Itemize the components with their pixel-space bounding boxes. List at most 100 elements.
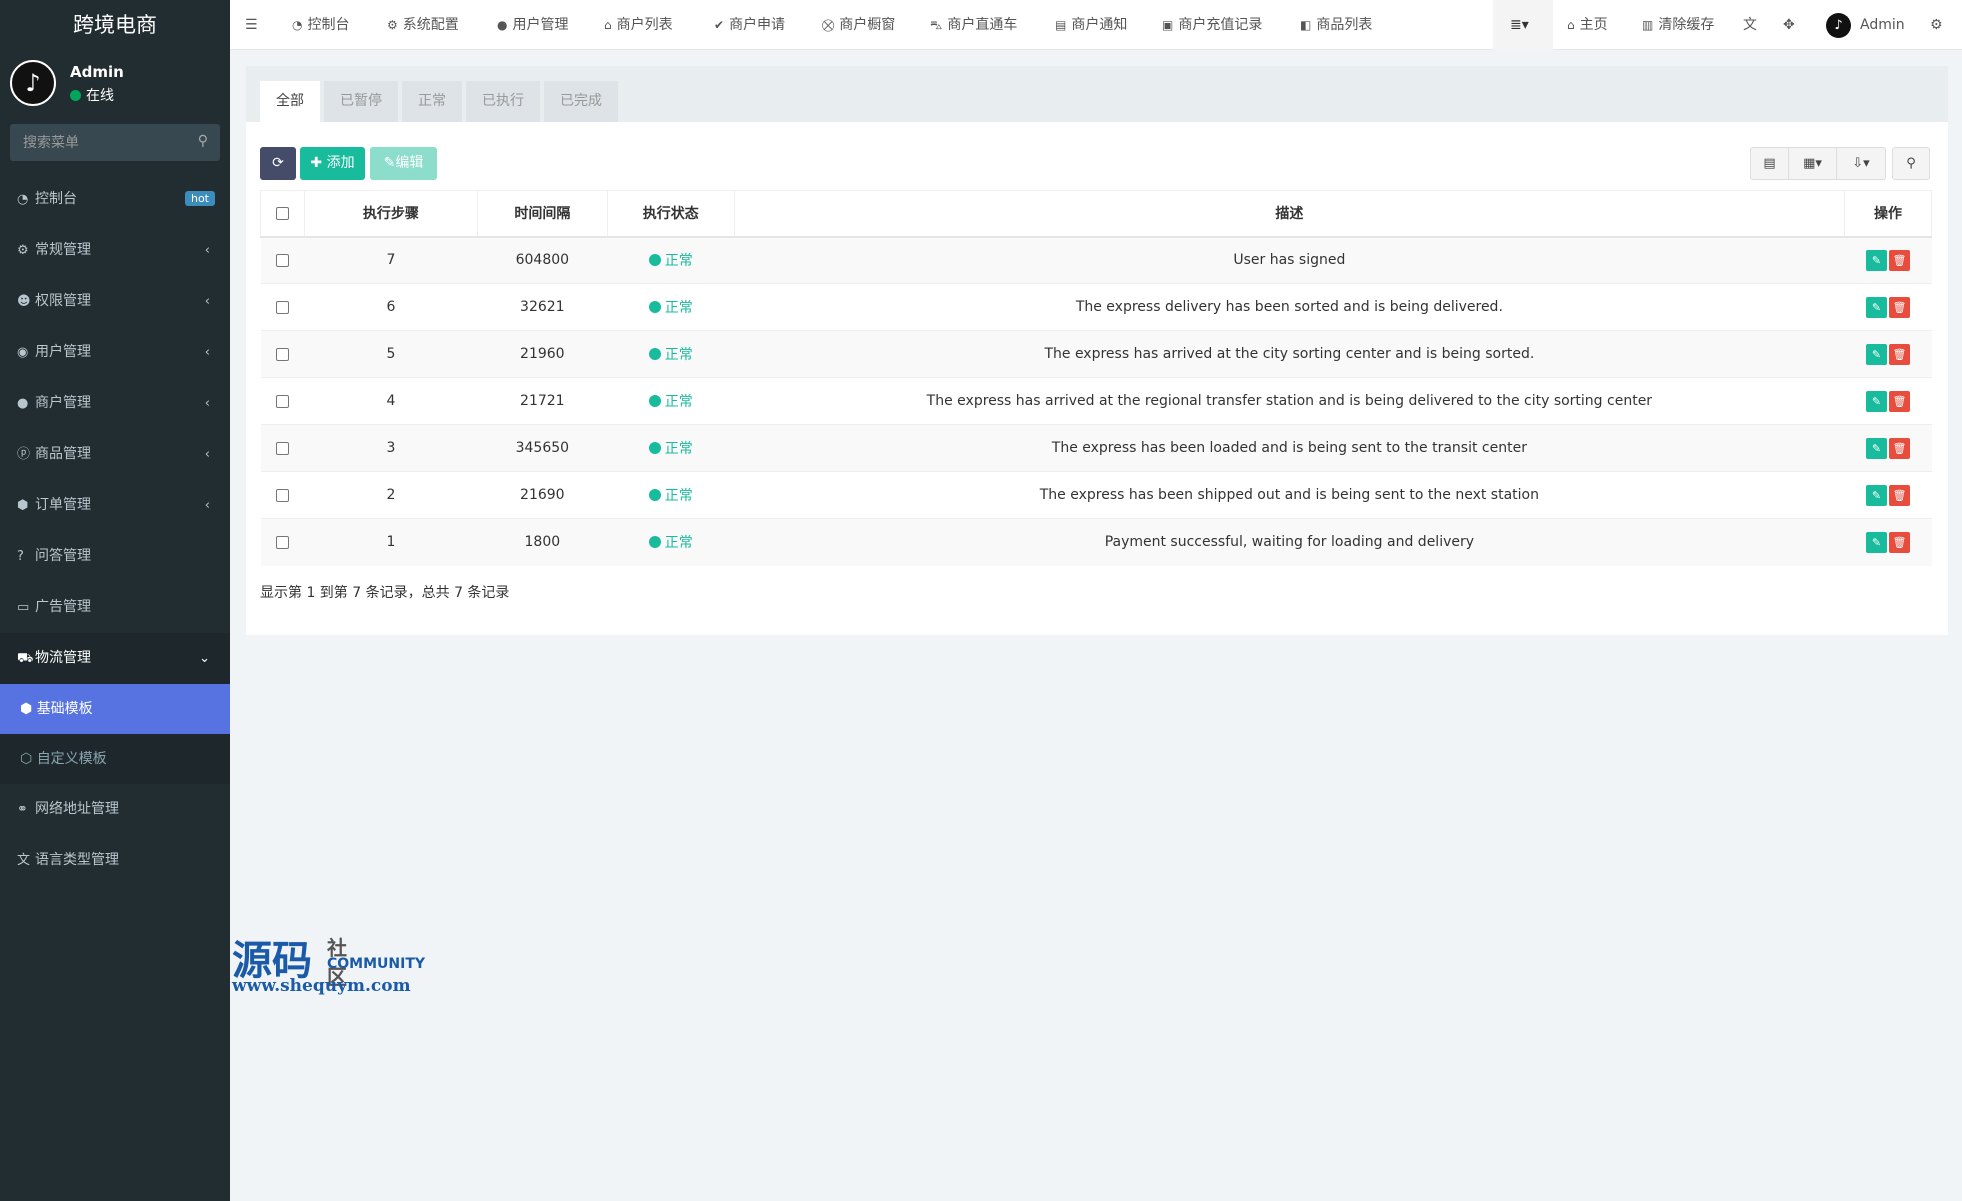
user-name: Admin	[70, 63, 124, 81]
select-all-checkbox[interactable]	[275, 206, 289, 220]
row-checkbox[interactable]	[275, 253, 289, 267]
row-checkbox[interactable]	[275, 441, 289, 455]
sidebar-item-language-type[interactable]: 文语言类型管理	[0, 835, 230, 886]
row-delete-button[interactable]: 🗑	[1889, 390, 1910, 412]
sidebar-item-users[interactable]: ◉ 用户管理 ‹	[0, 327, 230, 378]
row-checkbox-cell	[260, 377, 305, 425]
status-dot-icon	[648, 442, 661, 454]
cell-description: The express has been loaded and is being…	[734, 424, 1845, 472]
sidebar-item-merchants[interactable]: ● 商户管理 ‹	[0, 378, 230, 429]
row-delete-button[interactable]: 🗑	[1889, 437, 1910, 459]
row-edit-button[interactable]: ✎	[1866, 531, 1887, 553]
col-header-status[interactable]: 执行状态	[606, 190, 735, 238]
sidebar-item-orders[interactable]: ⬢ 订单管理 ‹	[0, 480, 230, 531]
row-checkbox[interactable]	[275, 300, 289, 314]
table-row[interactable]: 7 604800 正常 User has signed ✎ 🗑	[260, 236, 1932, 284]
row-checkbox[interactable]	[275, 535, 289, 549]
col-header-interval[interactable]: 时间间隔	[476, 190, 608, 238]
row-checkbox[interactable]	[275, 394, 289, 408]
cell-actions: ✎ 🗑	[1844, 471, 1932, 519]
nav-clear-cache[interactable]: ▥ 清除缓存	[1642, 0, 1714, 50]
fullscreen-icon[interactable]: ✥	[1783, 0, 1795, 50]
table-row[interactable]: 3 345650 正常 The express has been loaded …	[260, 424, 1932, 472]
table-row[interactable]: 2 21690 正常 The express has been shipped …	[260, 471, 1932, 519]
row-delete-button[interactable]: 🗑	[1889, 249, 1910, 271]
status-dot-icon	[648, 348, 661, 360]
row-edit-button[interactable]: ✎	[1866, 249, 1887, 271]
sidebar-item-label: 物流管理	[35, 650, 91, 666]
sidebar-item-permission[interactable]: ☻ 权限管理 ‹	[0, 276, 230, 327]
row-delete-button[interactable]: 🗑	[1889, 343, 1910, 365]
language-switch-icon[interactable]: 文	[1743, 0, 1757, 50]
cell-description: Payment successful, waiting for loading …	[734, 518, 1845, 566]
edit-button[interactable]: ✎编辑	[370, 147, 437, 180]
sidebar-item-qa[interactable]: ? 问答管理	[0, 531, 230, 582]
settings-icon[interactable]: ⚙	[1930, 0, 1943, 50]
nav-product-list[interactable]: ◧ 商品列表	[1300, 0, 1372, 50]
table-row[interactable]: 4 21721 正常 The express has arrived at th…	[260, 377, 1932, 425]
search-icon[interactable]: ⚲	[198, 133, 208, 149]
row-edit-button[interactable]: ✎	[1866, 484, 1887, 506]
status-label: 正常	[664, 535, 693, 552]
nav-merchant-notice[interactable]: ▤ 商户通知	[1055, 0, 1127, 50]
row-delete-button[interactable]: 🗑	[1889, 296, 1910, 318]
add-button[interactable]: ✚ 添加	[300, 147, 365, 180]
nav-merchant-showcase[interactable]: ⛒ 商户橱窗	[822, 0, 895, 50]
nav-home[interactable]: ⌂ 主页	[1567, 0, 1608, 50]
col-header-step[interactable]: 执行步骤	[303, 190, 478, 238]
status-dot-icon	[648, 536, 661, 549]
nav-dashboard[interactable]: ◔ 控制台	[292, 0, 349, 50]
row-delete-button[interactable]: 🗑	[1889, 531, 1910, 553]
status-dot-icon	[648, 489, 661, 501]
columns-dropdown-icon[interactable]: ▦▾	[1789, 148, 1837, 179]
table-row[interactable]: 6 32621 正常 The express delivery has been…	[260, 283, 1932, 331]
app-logo-title[interactable]: 跨境电商	[0, 0, 230, 50]
row-checkbox[interactable]	[275, 347, 289, 361]
nav-dropdown-toggle[interactable]: ≣▾	[1493, 0, 1553, 50]
car-icon: ⛍	[930, 18, 943, 32]
tab-paused[interactable]: 已暂停	[324, 81, 398, 122]
nav-merchant-express[interactable]: ⛍ 商户直通车	[930, 0, 1017, 50]
cube-icon: ⬢	[17, 498, 29, 513]
sidebar-item-network-address[interactable]: ⚭ 网络地址管理	[0, 784, 230, 835]
sidebar-item-products[interactable]: ⓟ 商品管理 ‹	[0, 429, 230, 480]
table-row[interactable]: 5 21960 正常 The express has arrived at th…	[260, 330, 1932, 378]
row-delete-button[interactable]: 🗑	[1889, 484, 1910, 506]
row-edit-button[interactable]: ✎	[1866, 437, 1887, 459]
row-edit-button[interactable]: ✎	[1866, 390, 1887, 412]
sidebar-item-general[interactable]: ⚙ 常规管理 ‹	[0, 225, 230, 276]
nav-user-management[interactable]: ● 用户管理	[497, 0, 568, 50]
row-checkbox[interactable]	[275, 488, 289, 502]
tab-all[interactable]: 全部	[260, 81, 320, 122]
tab-executed[interactable]: 已执行	[466, 81, 540, 122]
table-row[interactable]: 1 1800 正常 Payment successful, waiting fo…	[260, 518, 1932, 566]
nav-label: 商户橱窗	[839, 17, 896, 33]
tab-completed[interactable]: 已完成	[544, 81, 618, 122]
row-edit-button[interactable]: ✎	[1866, 343, 1887, 365]
nav-system-config[interactable]: ⚙ 系统配置	[387, 0, 459, 50]
sidebar-item-dashboard[interactable]: ◔ 控制台 hot	[0, 174, 230, 225]
col-header-description[interactable]: 描述	[733, 190, 1846, 238]
nav-merchant-apply[interactable]: ✔ 商户申请	[714, 0, 785, 50]
truck-icon: ⛟	[17, 651, 34, 666]
refresh-button[interactable]: ⟳	[260, 147, 296, 180]
refresh-icon: ⟳	[272, 155, 284, 171]
sidebar-subitem-basic-template[interactable]: ⬢ 基础模板	[0, 684, 230, 734]
cell-step: 6	[304, 283, 478, 331]
tab-normal[interactable]: 正常	[402, 81, 462, 122]
nav-merchant-list[interactable]: ⌂ 商户列表	[604, 0, 673, 50]
status-label: 正常	[664, 300, 693, 316]
menu-toggle-icon[interactable]: ☰	[245, 0, 258, 50]
shopping-bag-icon: ◧	[1300, 18, 1312, 32]
export-dropdown-icon[interactable]: ⇩▾	[1837, 148, 1885, 179]
row-edit-button[interactable]: ✎	[1866, 296, 1887, 318]
cell-step: 3	[304, 424, 478, 472]
search-toggle-button[interactable]: ⚲	[1892, 147, 1930, 180]
nav-merchant-recharge[interactable]: ▣ 商户充值记录	[1162, 0, 1262, 50]
sidebar-item-ads[interactable]: ▭ 广告管理	[0, 582, 230, 633]
toggle-view-icon[interactable]: ▤	[1751, 148, 1789, 179]
sidebar-item-logistics[interactable]: ⛟ 物流管理 ⌄	[0, 633, 230, 684]
sidebar-search-input[interactable]	[10, 124, 220, 161]
sidebar-subitem-custom-template[interactable]: ⬡ 自定义模板	[0, 734, 230, 784]
nav-user[interactable]: ♪ Admin	[1826, 0, 1905, 50]
